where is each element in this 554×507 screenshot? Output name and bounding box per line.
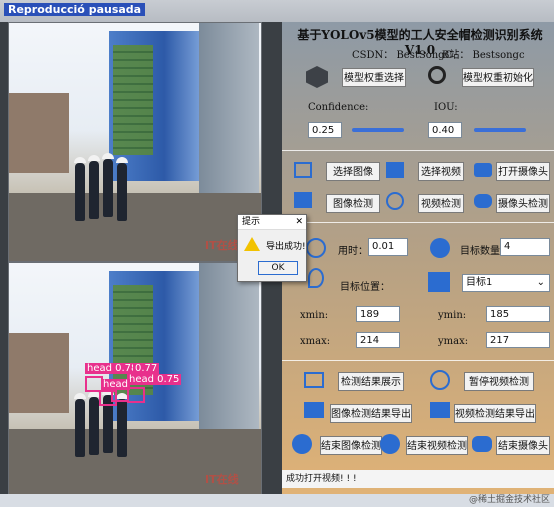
xmax-value: 214 bbox=[356, 332, 400, 348]
chart-icon bbox=[304, 372, 324, 388]
footer-watermark: @稀土掘金技术社区 bbox=[468, 495, 550, 505]
location-icon bbox=[308, 268, 324, 288]
ymax-label: ymax: bbox=[438, 336, 469, 347]
building-right bbox=[199, 263, 259, 443]
detection-label: head 0.78 bbox=[85, 363, 140, 374]
video-detect-button[interactable]: 视频检测 bbox=[418, 194, 464, 213]
stop-icon bbox=[380, 434, 400, 454]
cube-icon bbox=[306, 66, 328, 88]
confidence-label: Confidence: bbox=[308, 102, 369, 113]
model-init-button[interactable]: 模型权重初始化 bbox=[462, 68, 534, 87]
pause-icon bbox=[430, 370, 450, 390]
select-image-button[interactable]: 选择图像 bbox=[326, 162, 380, 181]
stop-icon bbox=[292, 434, 312, 454]
image-icon bbox=[294, 162, 312, 178]
count-value: 4 bbox=[500, 238, 550, 256]
message-dialog: 提示 ✕ 导出成功! OK bbox=[237, 214, 307, 282]
export-video-button[interactable]: 视频检测结果导出 bbox=[454, 404, 536, 423]
building-right bbox=[199, 23, 259, 203]
dialog-titlebar: 提示 ✕ bbox=[238, 215, 306, 230]
bottom-bar: @稀土掘金技术社区 bbox=[0, 494, 554, 507]
divider bbox=[282, 360, 554, 361]
workers-group bbox=[74, 153, 129, 223]
time-label: 用时： bbox=[338, 246, 368, 257]
warning-icon bbox=[244, 237, 260, 251]
dialog-title: 提示 bbox=[242, 217, 261, 227]
ok-button[interactable]: OK bbox=[258, 261, 298, 275]
clock-icon bbox=[306, 238, 326, 258]
detection-label: head 0.75 bbox=[127, 374, 182, 385]
export-icon bbox=[430, 402, 450, 418]
window-titlebar: Reproducció pausada bbox=[0, 0, 554, 22]
divider bbox=[282, 222, 554, 223]
status-bar: 成功打开视频! ! ! bbox=[282, 470, 554, 488]
xmax-label: xmax: bbox=[300, 336, 331, 347]
iou-label: IOU: bbox=[434, 102, 458, 113]
building-left bbox=[9, 93, 69, 173]
video-detect-icon bbox=[386, 192, 404, 210]
detection-label: head bbox=[101, 379, 130, 390]
detection-box bbox=[99, 390, 117, 406]
target-select-value: 目标1 bbox=[466, 277, 493, 288]
iou-spinbox[interactable]: 0.40 bbox=[428, 122, 462, 138]
camera-icon bbox=[472, 436, 492, 452]
window-title: Reproducció pausada bbox=[4, 3, 146, 16]
image-watermark: IT在线 bbox=[205, 239, 239, 252]
export-icon bbox=[304, 402, 324, 418]
pause-video-button[interactable]: 暂停视频检测 bbox=[464, 372, 534, 391]
bilibili-label: B站： Bestsongc bbox=[442, 50, 525, 61]
dialog-message: 导出成功! bbox=[266, 242, 306, 252]
model-select-button[interactable]: 模型权重选择 bbox=[342, 68, 406, 87]
detection-label: 0.77 bbox=[133, 363, 160, 374]
divider bbox=[282, 150, 554, 151]
building-left bbox=[9, 333, 69, 413]
target-select[interactable]: 目标1 ⌄ bbox=[462, 274, 550, 292]
control-panel: 基于YOLOv5模型的工人安全帽检测识别系统V1.0 CSDN： BestSon… bbox=[282, 22, 554, 494]
xmin-value: 189 bbox=[356, 306, 400, 322]
target-icon bbox=[428, 272, 450, 292]
video-icon bbox=[386, 162, 404, 178]
select-video-button[interactable]: 选择视频 bbox=[418, 162, 464, 181]
iou-slider[interactable] bbox=[474, 128, 526, 132]
scaffold bbox=[113, 45, 153, 155]
ymax-value: 217 bbox=[486, 332, 550, 348]
show-result-button[interactable]: 检测结果展示 bbox=[338, 372, 404, 391]
camera-icon bbox=[474, 163, 492, 177]
ymin-value: 185 bbox=[486, 306, 550, 322]
end-image-button[interactable]: 结束图像检测 bbox=[320, 436, 382, 455]
image-detect-button[interactable]: 图像检测 bbox=[326, 194, 380, 213]
open-camera-button[interactable]: 打开摄像头 bbox=[496, 162, 550, 181]
chevron-down-icon: ⌄ bbox=[536, 277, 545, 288]
csdn-label: CSDN： BestSongC bbox=[352, 50, 453, 61]
export-image-button[interactable]: 图像检测结果导出 bbox=[330, 404, 412, 423]
original-image-panel: IT在线 bbox=[8, 22, 262, 262]
ymin-label: ymin: bbox=[438, 310, 467, 321]
confidence-slider[interactable] bbox=[352, 128, 404, 132]
time-value: 0.01 bbox=[368, 238, 408, 256]
close-icon[interactable]: ✕ bbox=[295, 215, 303, 229]
position-label: 目标位置： bbox=[340, 282, 390, 293]
gear-icon bbox=[428, 66, 446, 84]
image-detect-icon bbox=[294, 192, 312, 208]
camera-detect-button[interactable]: 摄像头检测 bbox=[496, 194, 550, 213]
end-video-button[interactable]: 结束视频检测 bbox=[406, 436, 468, 455]
confidence-spinbox[interactable]: 0.25 bbox=[308, 122, 342, 138]
image-watermark: IT在线 bbox=[205, 473, 239, 486]
xmin-label: xmin: bbox=[300, 310, 329, 321]
end-camera-button[interactable]: 结束摄像头 bbox=[496, 436, 550, 455]
result-image-panel: head 0.78 0.77 head 0.75 head IT在线 bbox=[8, 262, 262, 496]
camera-detect-icon bbox=[474, 194, 492, 208]
count-icon bbox=[430, 238, 450, 258]
